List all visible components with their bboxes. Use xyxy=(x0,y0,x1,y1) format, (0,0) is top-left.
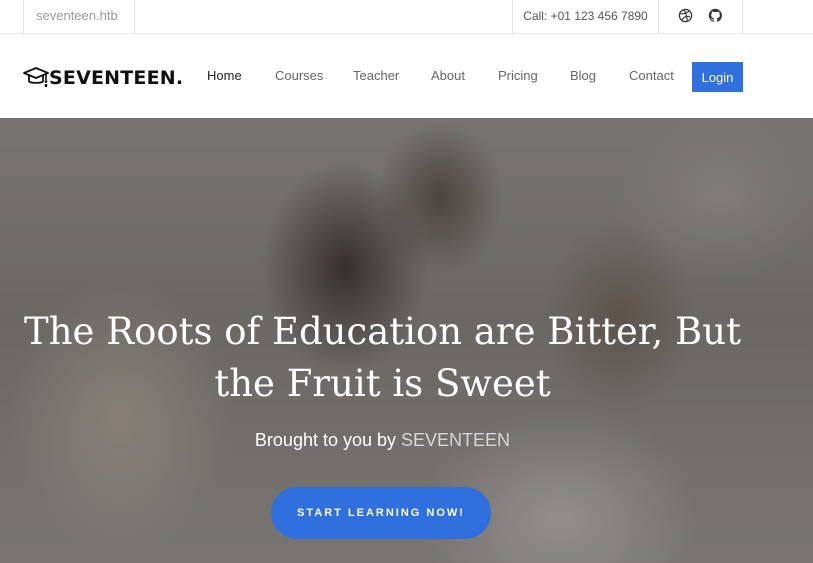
logo-text: SEVENTEEN. xyxy=(49,67,184,89)
social-links xyxy=(659,0,743,34)
site-logo[interactable]: SEVENTEEN. xyxy=(23,64,183,92)
main-navbar: SEVENTEEN. Home Courses Teacher About Pr… xyxy=(0,34,813,118)
nav-item-pricing[interactable]: Pricing xyxy=(498,68,538,83)
nav-item-home[interactable]: Home xyxy=(207,68,242,83)
hero-subtitle-prefix: Brought to you by xyxy=(254,430,397,450)
start-learning-button[interactable]: START LEARNING NOW! xyxy=(271,487,491,539)
hero-section: The Roots of Education are Bitter, But t… xyxy=(0,118,813,563)
hero-title-line-1: The Roots of Education are Bitter, But xyxy=(24,310,741,353)
dribbble-icon[interactable] xyxy=(678,8,693,23)
hero-title: The Roots of Education are Bitter, But t… xyxy=(20,306,745,410)
github-icon[interactable] xyxy=(708,8,723,23)
login-button[interactable]: Login xyxy=(692,62,743,92)
nav-item-teacher[interactable]: Teacher xyxy=(353,68,399,83)
site-domain: seventeen.htb xyxy=(23,0,135,34)
nav-item-courses[interactable]: Courses xyxy=(275,68,323,83)
hero-subtitle-brand: SEVENTEEN xyxy=(401,430,511,450)
hero-content: The Roots of Education are Bitter, But t… xyxy=(0,118,813,563)
top-bar: seventeen.htb Call: +01 123 456 7890 xyxy=(0,0,813,34)
nav-item-contact[interactable]: Contact xyxy=(629,68,674,83)
call-info: Call: +01 123 456 7890 xyxy=(512,0,659,34)
nav-item-blog[interactable]: Blog xyxy=(570,68,596,83)
nav-item-about[interactable]: About xyxy=(431,68,465,83)
hero-subtitle: Brought to you by SEVENTEEN xyxy=(0,430,765,451)
graduation-cap-icon xyxy=(23,67,49,89)
hero-title-line-2: the Fruit is Sweet xyxy=(214,362,551,405)
